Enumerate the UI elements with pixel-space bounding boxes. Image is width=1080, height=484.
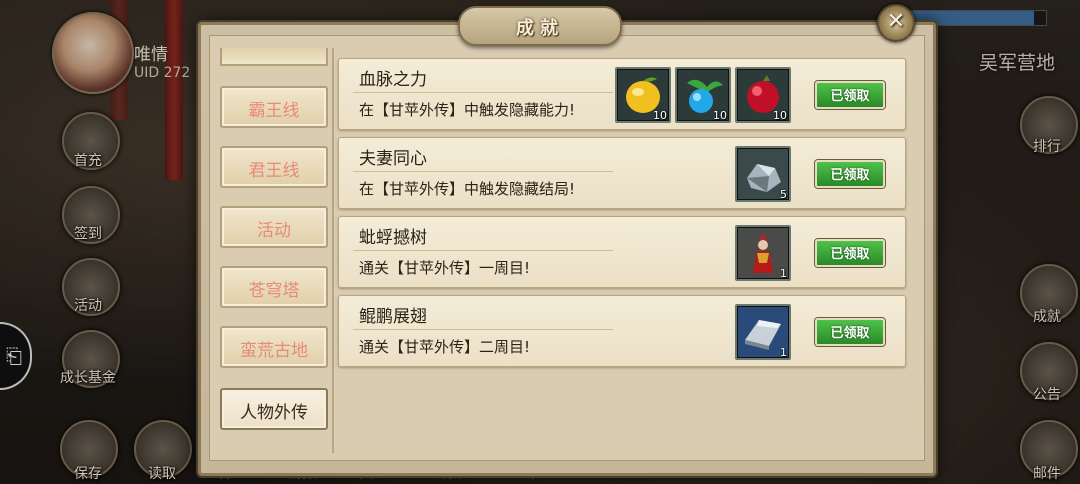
tab-label: 人物外传 <box>240 403 308 423</box>
achievement-desc: 在【甘苹外传】中触发隐藏能力! <box>359 101 576 119</box>
blue-herb-icon[interactable]: 10 <box>675 67 731 123</box>
row-divider <box>353 250 613 251</box>
claimed-label: 已领取 <box>830 168 870 183</box>
tab-label: 蛮荒古地 <box>240 341 308 361</box>
steel-ingot-icon[interactable]: 1 <box>735 304 791 360</box>
achievement-row: 鲲鹏展翅 通关【甘苹外传】二周目! 1 已领取 <box>338 295 906 367</box>
close-icon: ✕ <box>886 9 906 34</box>
row-divider <box>353 171 613 172</box>
achievement-row: 血脉之力 在【甘苹外传】中触发隐藏能力! 10 10 10 已领取 <box>338 58 906 130</box>
tab-character-story[interactable]: 人物外传 <box>220 388 328 430</box>
tab-scroll-stub <box>220 48 328 66</box>
row-divider <box>353 92 613 93</box>
claimed-label: 已领取 <box>830 247 870 262</box>
row-divider <box>353 329 613 330</box>
achievement-desc: 通关【甘苹外传】一周目! <box>359 259 531 277</box>
tab-label: 活动 <box>257 221 291 241</box>
achievement-title: 鲲鹏展翅 <box>359 307 427 327</box>
item-count: 10 <box>713 109 727 122</box>
item-count: 1 <box>780 346 787 359</box>
achievement-title: 血脉之力 <box>359 70 427 90</box>
tab-event[interactable]: 活动 <box>220 206 328 248</box>
category-tabs: 霸王线 君王线 活动 苍穹塔 蛮荒古地 人物外传 <box>208 48 334 453</box>
tab-wild-land[interactable]: 蛮荒古地 <box>220 326 328 368</box>
claimed-button[interactable]: 已领取 <box>815 318 885 346</box>
claimed-button[interactable]: 已领取 <box>815 160 885 188</box>
achievement-title: 夫妻同心 <box>359 149 427 169</box>
claimed-button[interactable]: 已领取 <box>815 81 885 109</box>
dialog-title: 成就 <box>516 18 564 39</box>
red-fruit-icon[interactable]: 10 <box>735 67 791 123</box>
close-button[interactable]: ✕ <box>877 4 915 42</box>
tab-label: 苍穹塔 <box>248 281 300 301</box>
claimed-label: 已领取 <box>830 89 870 104</box>
achievement-desc: 在【甘苹外传】中触发隐藏结局! <box>359 180 576 198</box>
tab-junwang[interactable]: 君王线 <box>220 146 328 188</box>
claimed-label: 已领取 <box>830 326 870 341</box>
item-count: 1 <box>780 267 787 280</box>
tab-bawang[interactable]: 霸王线 <box>220 86 328 128</box>
item-count: 5 <box>780 188 787 201</box>
silver-ore-icon[interactable]: 5 <box>735 146 791 202</box>
dialog-title-plate: 成就 <box>458 6 622 46</box>
achievement-row: 夫妻同心 在【甘苹外传】中触发隐藏结局! 5 已领取 <box>338 137 906 209</box>
tab-label: 君王线 <box>248 161 300 181</box>
red-warrior-icon[interactable]: 1 <box>735 225 791 281</box>
achievement-desc: 通关【甘苹外传】二周目! <box>359 338 531 356</box>
golden-peach-icon[interactable]: 10 <box>615 67 671 123</box>
tab-sky-tower[interactable]: 苍穹塔 <box>220 266 328 308</box>
item-count: 10 <box>653 109 667 122</box>
claimed-button[interactable]: 已领取 <box>815 239 885 267</box>
achievement-row: 蚍蜉撼树 通关【甘苹外传】一周目! 1 已领取 <box>338 216 906 288</box>
item-count: 10 <box>773 109 787 122</box>
tab-label: 霸王线 <box>248 101 300 121</box>
achievement-title: 蚍蜉撼树 <box>359 228 427 248</box>
